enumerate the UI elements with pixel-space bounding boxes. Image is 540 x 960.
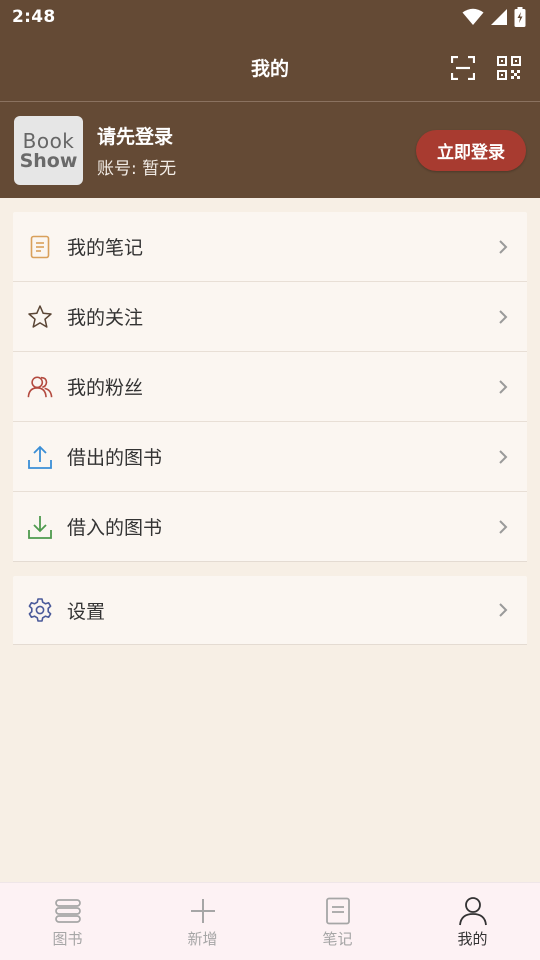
menu-item-settings[interactable]: 设置 (13, 576, 527, 645)
note-icon (27, 234, 53, 260)
qrcode-button[interactable] (496, 55, 522, 81)
menu-label: 我的粉丝 (67, 377, 144, 399)
books-icon (53, 896, 83, 926)
chevron-right-icon (499, 519, 508, 534)
menu-label: 借入的图书 (67, 517, 163, 539)
wifi-icon (462, 8, 484, 25)
menu-item-my-fans[interactable]: 我的粉丝 (13, 352, 527, 422)
menu-label: 我的关注 (67, 307, 144, 329)
battery-icon (514, 7, 526, 27)
profile-section: Book Show 请先登录 账号: 暂无 立即登录 (0, 102, 540, 198)
nav-item-books[interactable]: 图书 (0, 883, 135, 960)
menu-label: 借出的图书 (67, 447, 163, 469)
page-title: 我的 (250, 58, 289, 80)
login-button[interactable]: 立即登录 (416, 130, 526, 171)
top-bar: 我的 (0, 34, 540, 101)
chevron-right-icon (499, 379, 508, 394)
download-icon (27, 514, 53, 540)
star-icon (27, 304, 53, 330)
menu-label: 我的笔记 (67, 237, 144, 259)
menu-group-settings: 设置 (13, 576, 527, 645)
menu-group-main: 我的笔记 我的关注 我的粉丝 借出的图书 借入的图书 (13, 212, 527, 562)
nav-label: 笔记 (322, 930, 353, 948)
signal-icon (491, 9, 507, 25)
note-icon (323, 896, 353, 926)
profile-account: 账号: 暂无 (97, 159, 177, 179)
chevron-right-icon (499, 603, 508, 617)
avatar[interactable]: Book Show (14, 116, 83, 185)
settings-icon (27, 597, 53, 623)
nav-item-add[interactable]: 新增 (135, 883, 270, 960)
status-bar: 2:48 (0, 0, 540, 34)
menu-item-lent-books[interactable]: 借出的图书 (13, 422, 527, 492)
nav-item-notes[interactable]: 笔记 (270, 883, 405, 960)
menu-item-borrowed-books[interactable]: 借入的图书 (13, 492, 527, 562)
person-icon (458, 896, 488, 926)
status-time: 2:48 (12, 7, 56, 27)
bottom-nav: 图书 新增 笔记 我的 (0, 882, 540, 960)
menu-item-my-follows[interactable]: 我的关注 (13, 282, 527, 352)
status-icons (462, 7, 526, 27)
qrcode-icon (497, 55, 521, 80)
plus-icon (188, 896, 218, 926)
nav-item-mine[interactable]: 我的 (405, 883, 540, 960)
avatar-text-line1: Book (22, 128, 75, 153)
nav-label: 图书 (52, 930, 83, 948)
top-actions (450, 34, 522, 101)
nav-label: 我的 (457, 930, 488, 948)
profile-name[interactable]: 请先登录 (97, 122, 173, 149)
scan-button[interactable] (450, 55, 476, 81)
nav-label: 新增 (187, 930, 218, 948)
chevron-right-icon (499, 239, 508, 254)
menu-label: 设置 (67, 600, 106, 623)
avatar-text-line2: Show (19, 149, 78, 172)
scan-icon (451, 55, 475, 80)
upload-icon (27, 444, 53, 470)
chevron-right-icon (499, 449, 508, 464)
chevron-right-icon (499, 309, 508, 324)
users-icon (27, 374, 53, 400)
menu-item-my-notes[interactable]: 我的笔记 (13, 212, 527, 282)
